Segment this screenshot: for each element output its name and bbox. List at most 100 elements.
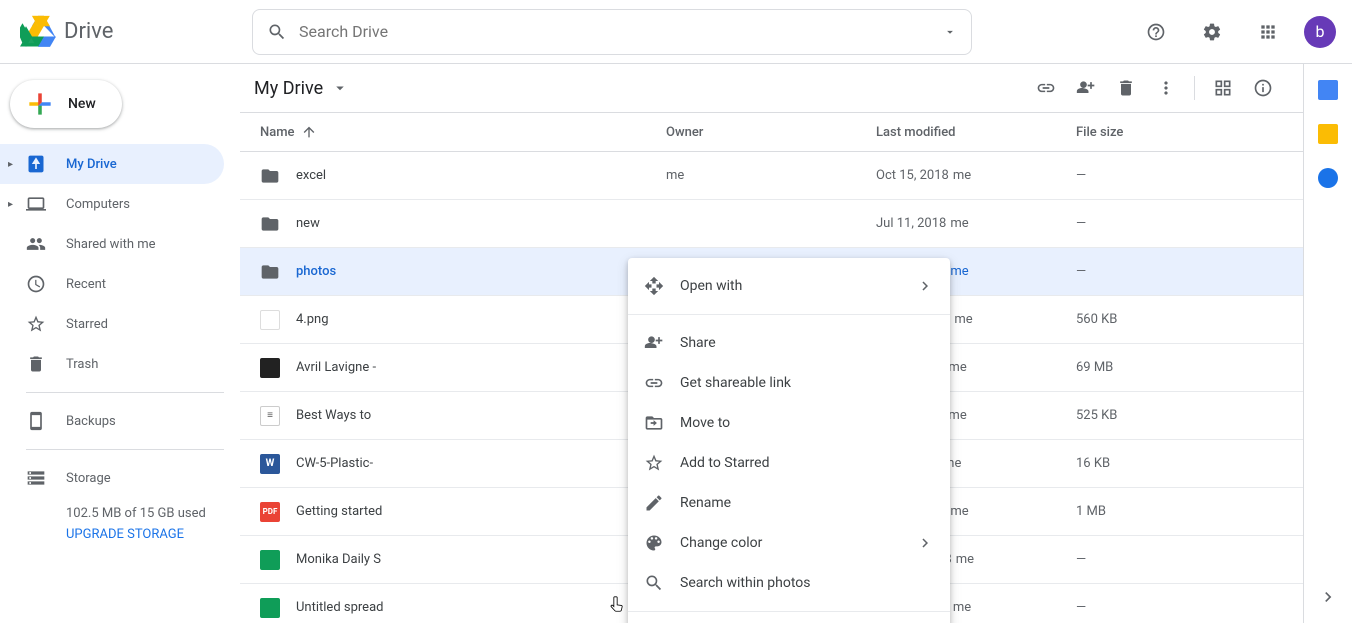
toolbar: My Drive bbox=[240, 64, 1303, 112]
search-input[interactable] bbox=[299, 22, 931, 41]
tasks-addon-icon[interactable] bbox=[1318, 168, 1338, 188]
sidebar-label-storage: Storage bbox=[66, 471, 111, 486]
file-name-cell: ≡ Best Ways to bbox=[240, 406, 666, 426]
main-panel: My Drive Name Owner Last modified File s… bbox=[240, 64, 1304, 623]
column-header-owner[interactable]: Owner bbox=[666, 125, 876, 140]
new-button-label: New bbox=[68, 96, 96, 112]
file-owner: me bbox=[666, 168, 876, 183]
sidebar-item-shared[interactable]: Shared with me bbox=[0, 224, 224, 264]
file-name: photos bbox=[296, 264, 336, 279]
share-button[interactable] bbox=[1066, 68, 1106, 108]
sidebar-item-trash[interactable]: Trash bbox=[0, 344, 224, 384]
file-name: excel bbox=[296, 168, 326, 183]
table-header: Name Owner Last modified File size bbox=[240, 112, 1303, 152]
keep-addon-icon[interactable] bbox=[1318, 124, 1338, 144]
file-type-icon: ≡ bbox=[260, 406, 280, 426]
sidebar-item-storage[interactable]: Storage bbox=[0, 458, 224, 498]
file-name: CW-5-Plastic- bbox=[296, 456, 373, 471]
ctx-search-within[interactable]: Search within photos bbox=[628, 563, 950, 603]
file-row[interactable]: newJul 11, 2018me— bbox=[240, 200, 1303, 248]
side-panel bbox=[1304, 64, 1352, 623]
column-header-modified[interactable]: Last modified bbox=[876, 125, 1076, 140]
file-size: — bbox=[1076, 216, 1303, 231]
ctx-move-to[interactable]: Move to bbox=[628, 403, 950, 443]
file-size: 16 KB bbox=[1076, 456, 1303, 471]
side-panel-toggle-icon[interactable] bbox=[1318, 587, 1338, 607]
file-name-cell: Untitled spread bbox=[240, 598, 666, 618]
sidebar-label-trash: Trash bbox=[66, 357, 98, 372]
file-type-icon: PDF bbox=[260, 502, 280, 522]
file-type-icon bbox=[260, 214, 280, 234]
column-header-size[interactable]: File size bbox=[1076, 125, 1303, 140]
sidebar-item-computers[interactable]: Computers bbox=[0, 184, 224, 224]
sidebar-label-computers: Computers bbox=[66, 197, 130, 212]
link-icon bbox=[644, 373, 664, 393]
view-grid-button[interactable] bbox=[1203, 68, 1243, 108]
header: Drive b bbox=[0, 0, 1352, 64]
sidebar: New My Drive Computers Shared with me Re… bbox=[0, 64, 240, 623]
column-header-name[interactable]: Name bbox=[240, 124, 666, 140]
upgrade-storage-link[interactable]: UPGRADE STORAGE bbox=[66, 527, 224, 542]
settings-button[interactable] bbox=[1192, 12, 1232, 52]
sidebar-label-recent: Recent bbox=[66, 277, 106, 292]
sidebar-item-recent[interactable]: Recent bbox=[0, 264, 224, 304]
sidebar-item-backups[interactable]: Backups bbox=[0, 401, 224, 441]
file-size: 525 KB bbox=[1076, 408, 1303, 423]
search-bar[interactable] bbox=[252, 9, 972, 55]
file-type-icon bbox=[260, 310, 280, 330]
more-actions-button[interactable] bbox=[1146, 68, 1186, 108]
storage-used-text: 102.5 MB of 15 GB used bbox=[66, 506, 224, 521]
sidebar-item-starred[interactable]: Starred bbox=[0, 304, 224, 344]
open-with-icon bbox=[644, 276, 664, 296]
account-avatar[interactable]: b bbox=[1304, 16, 1336, 48]
breadcrumb[interactable]: My Drive bbox=[246, 74, 357, 103]
delete-button[interactable] bbox=[1106, 68, 1146, 108]
nav-divider bbox=[26, 449, 224, 450]
calendar-addon-icon[interactable] bbox=[1318, 80, 1338, 100]
apps-button[interactable] bbox=[1248, 12, 1288, 52]
move-to-icon bbox=[644, 413, 664, 433]
search-options-icon[interactable] bbox=[943, 25, 957, 39]
file-type-icon bbox=[260, 598, 280, 618]
sidebar-label-starred: Starred bbox=[66, 317, 108, 332]
file-name-cell: excel bbox=[240, 166, 666, 186]
context-menu: Open with Share Get shareable link Move … bbox=[628, 258, 950, 623]
ctx-change-color[interactable]: Change color bbox=[628, 523, 950, 563]
logo-area[interactable]: Drive bbox=[8, 14, 248, 50]
chevron-right-icon bbox=[916, 533, 934, 553]
color-icon bbox=[644, 533, 664, 553]
file-name: Best Ways to bbox=[296, 408, 371, 423]
search-icon bbox=[267, 22, 287, 42]
ctx-divider bbox=[628, 611, 950, 612]
file-name: Monika Daily S bbox=[296, 552, 381, 567]
ctx-get-link[interactable]: Get shareable link bbox=[628, 363, 950, 403]
view-details-button[interactable] bbox=[1243, 68, 1283, 108]
file-name-cell: Avril Lavigne - bbox=[240, 358, 666, 378]
search-icon bbox=[644, 573, 664, 593]
ctx-add-starred[interactable]: Add to Starred bbox=[628, 443, 950, 483]
help-button[interactable] bbox=[1136, 12, 1176, 52]
file-name-cell: photos bbox=[240, 262, 666, 282]
sidebar-item-my-drive[interactable]: My Drive bbox=[0, 144, 224, 184]
file-row[interactable]: excelmeOct 15, 2018me— bbox=[240, 152, 1303, 200]
file-modified: Jul 11, 2018me bbox=[876, 216, 1076, 231]
file-size: — bbox=[1076, 264, 1303, 279]
file-type-icon bbox=[260, 358, 280, 378]
ctx-rename[interactable]: Rename bbox=[628, 483, 950, 523]
file-size: — bbox=[1076, 168, 1303, 183]
share-icon bbox=[644, 333, 664, 353]
file-type-icon bbox=[260, 550, 280, 570]
ctx-open-with[interactable]: Open with bbox=[628, 266, 950, 306]
drive-logo-icon bbox=[20, 14, 56, 50]
sidebar-label-my-drive: My Drive bbox=[66, 157, 117, 172]
file-size: 69 MB bbox=[1076, 360, 1303, 375]
new-button[interactable]: New bbox=[10, 80, 122, 128]
file-size: 560 KB bbox=[1076, 312, 1303, 327]
ctx-share[interactable]: Share bbox=[628, 323, 950, 363]
dropdown-icon bbox=[331, 79, 349, 97]
star-icon bbox=[644, 453, 664, 473]
file-name-cell: WCW-5-Plastic- bbox=[240, 454, 666, 474]
file-size: — bbox=[1076, 600, 1303, 615]
app-name: Drive bbox=[64, 19, 113, 44]
get-link-button[interactable] bbox=[1026, 68, 1066, 108]
